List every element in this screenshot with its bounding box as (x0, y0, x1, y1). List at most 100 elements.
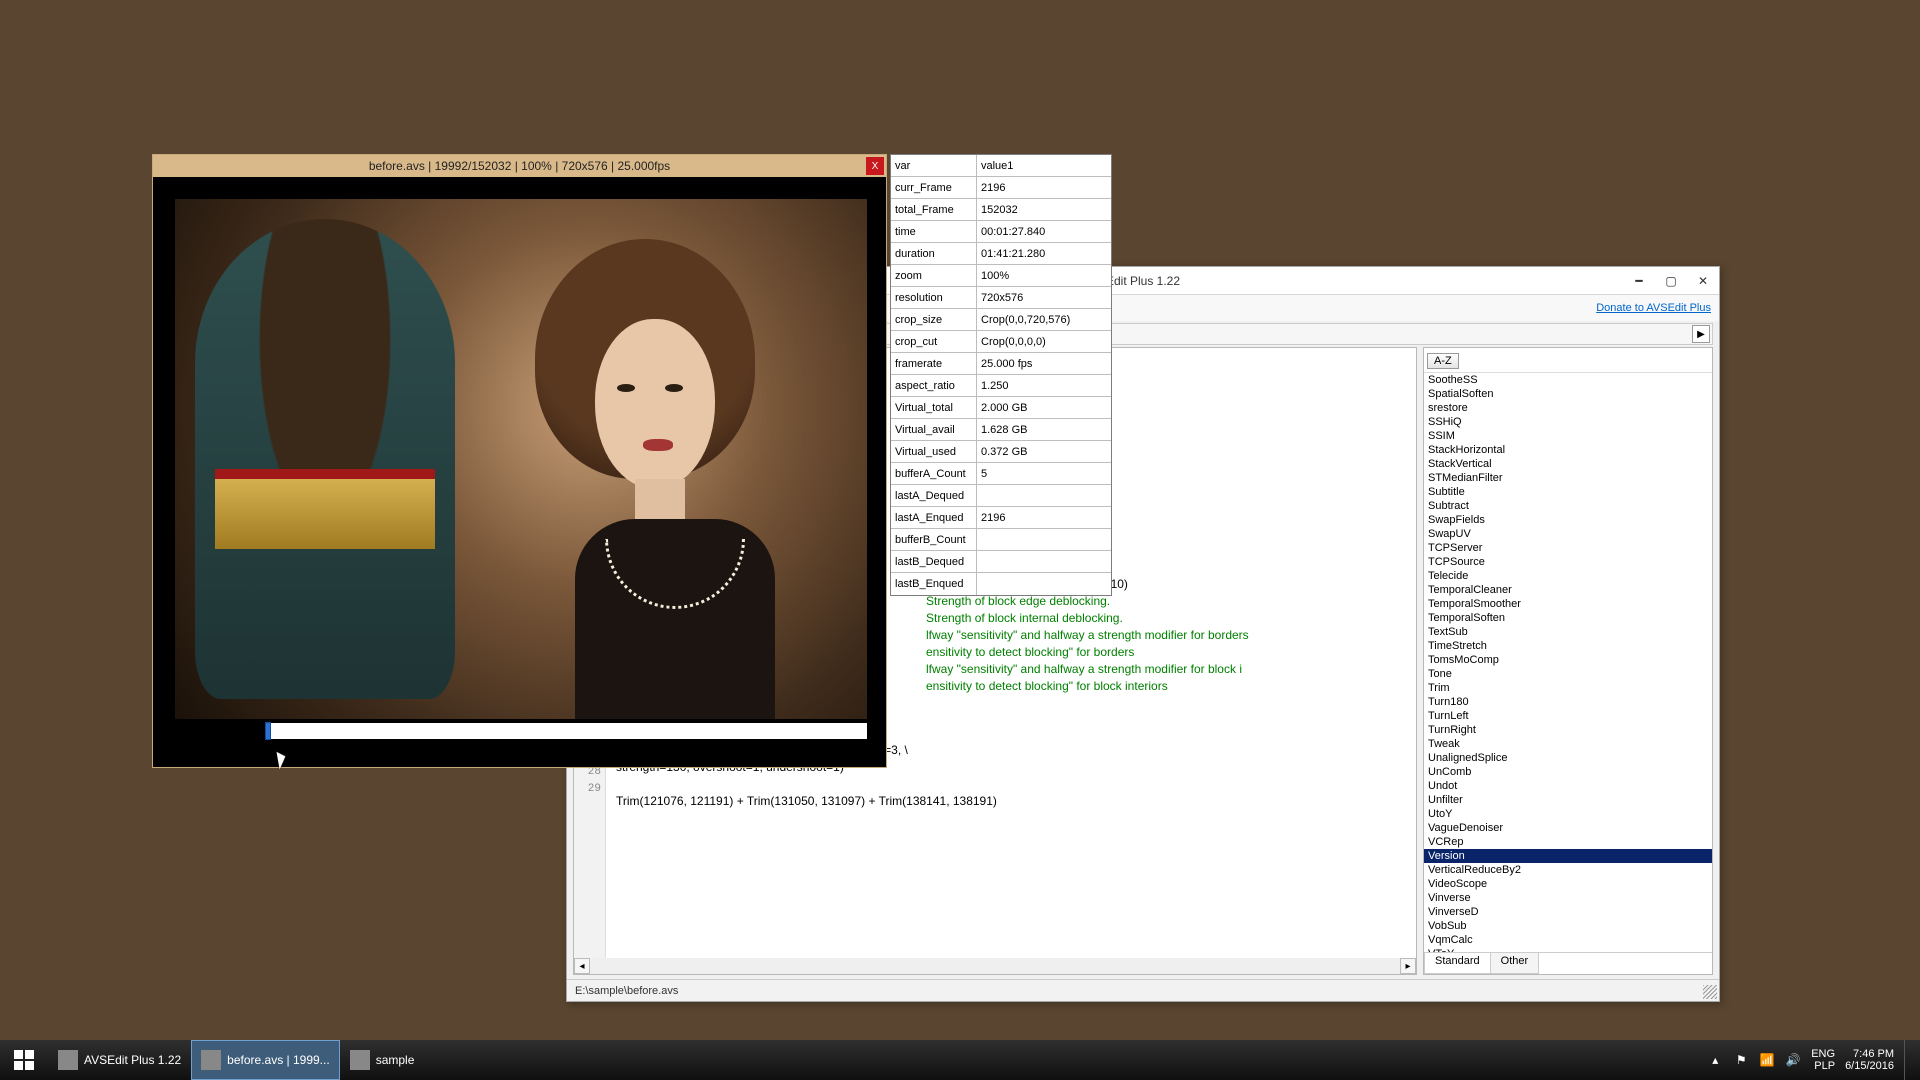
close-icon[interactable]: X (866, 157, 884, 175)
clock[interactable]: 7:46 PM 6/15/2016 (1845, 1048, 1894, 1072)
function-item[interactable]: srestore (1424, 401, 1712, 415)
function-item[interactable]: TextSub (1424, 625, 1712, 639)
maximize-button[interactable]: ▢ (1655, 270, 1687, 292)
stats-row: framerate25.000 fps (891, 353, 1111, 375)
taskbar-item[interactable]: sample (340, 1040, 425, 1080)
stats-row: duration01:41:21.280 (891, 243, 1111, 265)
minimize-button[interactable]: ━ (1623, 270, 1655, 292)
stats-key: framerate (891, 353, 977, 374)
code-frag: ensitivity to detect blocking" for block… (926, 678, 1168, 695)
function-item[interactable]: TurnRight (1424, 723, 1712, 737)
play-button[interactable]: ▶ (1692, 325, 1710, 343)
function-item[interactable]: SSIM (1424, 429, 1712, 443)
function-item[interactable]: VerticalReduceBy2 (1424, 863, 1712, 877)
tab-other[interactable]: Other (1490, 953, 1540, 974)
function-item[interactable]: Subtract (1424, 499, 1712, 513)
sort-az-button[interactable]: A-Z (1427, 353, 1459, 369)
function-item[interactable]: VinverseD (1424, 905, 1712, 919)
network-icon[interactable]: 📶 (1759, 1052, 1775, 1068)
preview-viewport (167, 193, 875, 743)
function-item[interactable]: VobSub (1424, 919, 1712, 933)
stats-value: 1.250 (977, 380, 1111, 392)
tab-standard[interactable]: Standard (1424, 953, 1491, 974)
function-item[interactable]: TemporalCleaner (1424, 583, 1712, 597)
function-item[interactable]: UnalignedSplice (1424, 751, 1712, 765)
function-item[interactable]: TomsMoComp (1424, 653, 1712, 667)
function-item[interactable]: Turn180 (1424, 695, 1712, 709)
scroll-left-button[interactable]: ◂ (574, 958, 590, 974)
seek-thumb[interactable] (265, 722, 271, 740)
scroll-right-button[interactable]: ▸ (1400, 958, 1416, 974)
donate-link[interactable]: Donate to AVSEdit Plus (1596, 302, 1711, 314)
function-item[interactable]: Tone (1424, 667, 1712, 681)
stats-row: lastB_Dequed (891, 551, 1111, 573)
action-center-icon[interactable]: ⚑ (1733, 1052, 1749, 1068)
function-item[interactable]: TemporalSmoother (1424, 597, 1712, 611)
function-item[interactable]: StackVertical (1424, 457, 1712, 471)
stats-key: bufferA_Count (891, 463, 977, 484)
function-item[interactable]: Telecide (1424, 569, 1712, 583)
function-item[interactable]: Trim (1424, 681, 1712, 695)
function-item[interactable]: VCRep (1424, 835, 1712, 849)
function-item[interactable]: VagueDenoiser (1424, 821, 1712, 835)
function-item[interactable]: Subtitle (1424, 485, 1712, 499)
function-list[interactable]: SootheSSSpatialSoftensrestoreSSHiQSSIMSt… (1424, 373, 1712, 952)
function-item[interactable]: UnComb (1424, 765, 1712, 779)
function-item[interactable]: STMedianFilter (1424, 471, 1712, 485)
stats-key: lastB_Dequed (891, 551, 977, 572)
function-item[interactable]: SpatialSoften (1424, 387, 1712, 401)
stats-row: resolution720x576 (891, 287, 1111, 309)
stats-value: Crop(0,0,720,576) (977, 314, 1111, 326)
function-item[interactable]: StackHorizontal (1424, 443, 1712, 457)
stats-key: crop_cut (891, 331, 977, 352)
function-item[interactable]: TimeStretch (1424, 639, 1712, 653)
code-line (616, 776, 997, 793)
function-item[interactable]: SwapUV (1424, 527, 1712, 541)
input-language[interactable]: ENG PLP (1811, 1048, 1835, 1072)
stats-row: aspect_ratio1.250 (891, 375, 1111, 397)
function-item[interactable]: SwapFields (1424, 513, 1712, 527)
stats-row: Virtual_total2.000 GB (891, 397, 1111, 419)
stats-value: 00:01:27.840 (977, 226, 1111, 238)
uniform-collar (215, 479, 435, 549)
function-item[interactable]: Unfilter (1424, 793, 1712, 807)
stats-header-key: var (891, 155, 977, 176)
function-item[interactable]: TCPSource (1424, 555, 1712, 569)
taskbar-item[interactable]: before.avs | 1999... (191, 1040, 340, 1080)
show-desktop-button[interactable] (1904, 1040, 1912, 1080)
resize-grip[interactable] (1703, 985, 1717, 999)
seek-bar[interactable] (175, 723, 867, 739)
stats-row: bufferA_Count5 (891, 463, 1111, 485)
function-item[interactable]: Version (1424, 849, 1712, 863)
stats-value: 0.372 GB (977, 446, 1111, 458)
function-item[interactable]: TurnLeft (1424, 709, 1712, 723)
function-item[interactable]: Vinverse (1424, 891, 1712, 905)
preview-titlebar[interactable]: before.avs | 19992/152032 | 100% | 720x5… (153, 155, 886, 177)
stats-key: lastA_Enqued (891, 507, 977, 528)
figure-right (495, 239, 775, 699)
close-button[interactable]: ✕ (1687, 270, 1719, 292)
function-item[interactable]: TCPServer (1424, 541, 1712, 555)
function-item[interactable]: Undot (1424, 779, 1712, 793)
stats-row: Virtual_used0.372 GB (891, 441, 1111, 463)
tray-expand-icon[interactable]: ▴ (1707, 1052, 1723, 1068)
volume-icon[interactable]: 🔊 (1785, 1052, 1801, 1068)
windows-logo-icon (14, 1050, 34, 1070)
function-item[interactable]: TemporalSoften (1424, 611, 1712, 625)
horizontal-scrollbar[interactable]: ◂ ▸ (574, 958, 1416, 974)
function-item[interactable]: VToY (1424, 947, 1712, 952)
function-item[interactable]: SootheSS (1424, 373, 1712, 387)
stats-row: curr_Frame2196 (891, 177, 1111, 199)
stats-value: 2196 (977, 182, 1111, 194)
function-item[interactable]: Tweak (1424, 737, 1712, 751)
line-number: 28 (574, 766, 605, 783)
function-item[interactable]: VideoScope (1424, 877, 1712, 891)
function-item[interactable]: UtoY (1424, 807, 1712, 821)
taskbar-item[interactable]: AVSEdit Plus 1.22 (48, 1040, 191, 1080)
function-item[interactable]: VqmCalc (1424, 933, 1712, 947)
stats-value: 100% (977, 270, 1111, 282)
stats-value: 01:41:21.280 (977, 248, 1111, 260)
seek-progress (175, 723, 266, 739)
function-item[interactable]: SSHiQ (1424, 415, 1712, 429)
start-button[interactable] (0, 1040, 48, 1080)
